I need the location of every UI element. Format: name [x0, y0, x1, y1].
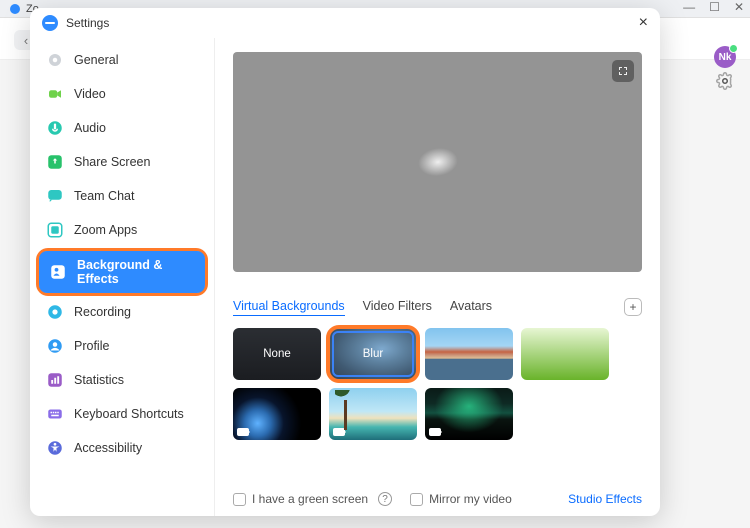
- a11y-icon: [46, 439, 64, 457]
- sidebar-item-profile[interactable]: Profile: [36, 330, 208, 362]
- apps-icon: [46, 221, 64, 239]
- video-preview: [233, 52, 642, 272]
- background-option-label: Blur: [363, 348, 383, 360]
- keyboard-icon: [46, 405, 64, 423]
- sidebar-item-label: Zoom Apps: [74, 223, 137, 237]
- background-option-aurora[interactable]: [425, 388, 513, 440]
- zoom-favicon-icon: [10, 4, 20, 14]
- sidebar-item-recording[interactable]: Recording: [36, 296, 208, 328]
- avatar-initials: Nk: [719, 52, 732, 63]
- mirror-label: Mirror my video: [429, 492, 512, 506]
- settings-window: Settings × General Video Audio Share Screen…: [30, 8, 660, 516]
- sidebar-item-label: Profile: [74, 339, 109, 353]
- window-maximize-button[interactable]: ☐: [709, 0, 720, 14]
- video-icon: [46, 85, 64, 103]
- window-close-button[interactable]: ✕: [734, 0, 744, 14]
- tab-avatars[interactable]: Avatars: [450, 299, 492, 315]
- sidebar-item-label: Audio: [74, 121, 106, 135]
- tab-virtual-backgrounds[interactable]: Virtual Backgrounds: [233, 299, 345, 316]
- window-minimize-button[interactable]: —: [683, 0, 695, 14]
- share-icon: [46, 153, 64, 171]
- green-screen-checkbox[interactable]: I have a green screen ?: [233, 492, 392, 506]
- sidebar-item-stats[interactable]: Statistics: [36, 364, 208, 396]
- sidebar-item-label: Video: [74, 87, 106, 101]
- background-option-earth[interactable]: [233, 388, 321, 440]
- add-background-button[interactable]: +: [624, 298, 642, 316]
- sidebar-item-label: Background & Effects: [77, 258, 195, 286]
- sidebar-item-label: General: [74, 53, 118, 67]
- effects-tabs: Virtual Backgrounds Video Filters Avatars +: [233, 298, 642, 316]
- sidebar-item-chat[interactable]: Team Chat: [36, 180, 208, 212]
- background-option-grass[interactable]: [521, 328, 609, 380]
- general-icon: [46, 51, 64, 69]
- help-icon[interactable]: ?: [378, 492, 392, 506]
- stats-icon: [46, 371, 64, 389]
- profile-icon: [46, 337, 64, 355]
- settings-content: Virtual Backgrounds Video Filters Avatars +…: [215, 38, 660, 516]
- checkbox-icon: [233, 493, 246, 506]
- close-icon[interactable]: ×: [639, 15, 648, 31]
- sidebar-item-label: Statistics: [74, 373, 124, 387]
- background-option-none[interactable]: None: [233, 328, 321, 380]
- sidebar-item-general[interactable]: General: [36, 44, 208, 76]
- sidebar-item-label: Recording: [74, 305, 131, 319]
- studio-effects-link[interactable]: Studio Effects: [568, 492, 642, 506]
- preview-blur-hint: [416, 145, 460, 178]
- mirror-video-checkbox[interactable]: Mirror my video: [410, 492, 512, 506]
- green-screen-label: I have a green screen: [252, 492, 368, 506]
- settings-sidebar: General Video Audio Share Screen Team Chat Zo…: [30, 38, 215, 516]
- background-option-beach[interactable]: [329, 388, 417, 440]
- sidebar-item-a11y[interactable]: Accessibility: [36, 432, 208, 464]
- background-option-label: None: [263, 348, 291, 360]
- settings-titlebar: Settings ×: [30, 8, 660, 38]
- chat-icon: [46, 187, 64, 205]
- sidebar-item-label: Share Screen: [74, 155, 150, 169]
- video-icon: [429, 428, 441, 436]
- backgrounds-grid: None Blur: [233, 328, 642, 440]
- sidebar-item-audio[interactable]: Audio: [36, 112, 208, 144]
- background-option-bridge[interactable]: [425, 328, 513, 380]
- video-icon: [237, 428, 249, 436]
- zoom-logo-icon: [42, 15, 58, 31]
- sidebar-item-video[interactable]: Video: [36, 78, 208, 110]
- sidebar-item-apps[interactable]: Zoom Apps: [36, 214, 208, 246]
- recording-icon: [46, 303, 64, 321]
- sidebar-item-share[interactable]: Share Screen: [36, 146, 208, 178]
- tab-video-filters[interactable]: Video Filters: [363, 299, 432, 315]
- sidebar-item-keyboard[interactable]: Keyboard Shortcuts: [36, 398, 208, 430]
- background-option-blur[interactable]: Blur: [329, 328, 417, 380]
- effects-footer: I have a green screen ? Mirror my video …: [233, 482, 642, 506]
- gear-icon[interactable]: [716, 72, 734, 95]
- sidebar-item-label: Keyboard Shortcuts: [74, 407, 184, 421]
- settings-title: Settings: [66, 16, 109, 30]
- sidebar-item-label: Accessibility: [74, 441, 142, 455]
- bg-icon: [49, 263, 67, 281]
- annotation-highlight: Background & Effects: [36, 248, 208, 296]
- audio-icon: [46, 119, 64, 137]
- sidebar-item-bg[interactable]: Background & Effects: [39, 251, 205, 293]
- enter-fullscreen-button[interactable]: [612, 60, 634, 82]
- avatar[interactable]: Nk: [714, 46, 736, 68]
- checkbox-icon: [410, 493, 423, 506]
- sidebar-item-label: Team Chat: [74, 189, 134, 203]
- video-icon: [333, 428, 345, 436]
